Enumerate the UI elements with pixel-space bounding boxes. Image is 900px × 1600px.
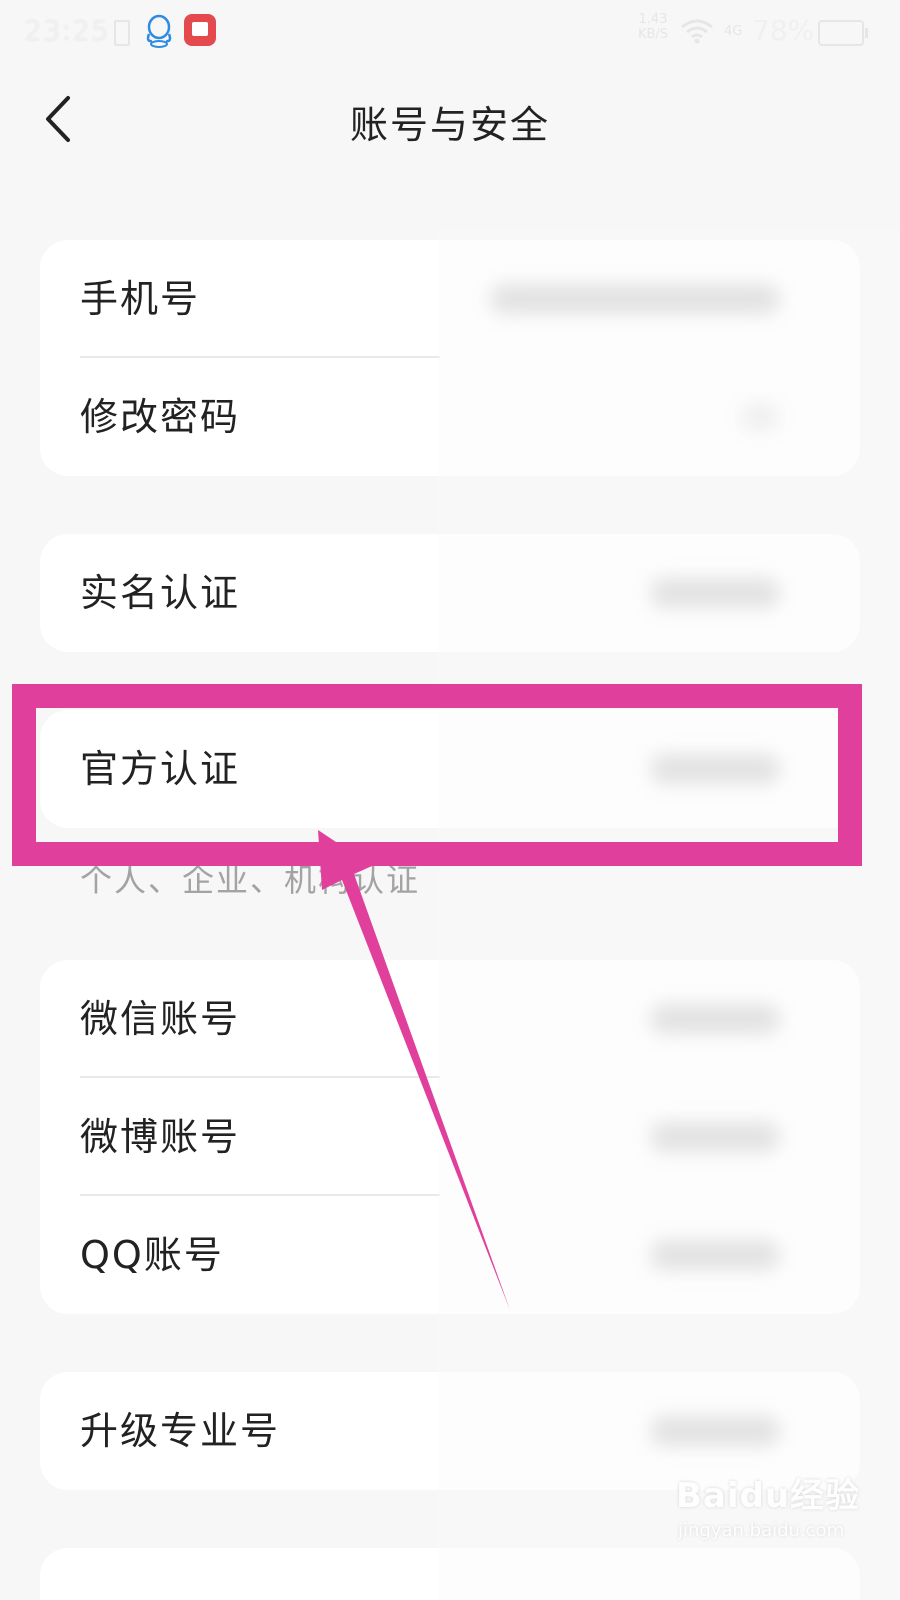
realname-row[interactable]: 实名认证 bbox=[40, 534, 860, 652]
upgrade-value-blurred bbox=[650, 1416, 780, 1446]
official-note: 个人、企业、机构认证 bbox=[80, 861, 421, 899]
wifi-icon bbox=[680, 18, 714, 44]
watermark: Baidu经验 jingyan.baidu.com bbox=[676, 1468, 876, 1578]
weibo-label: 微博账号 bbox=[80, 1115, 241, 1159]
phone-row[interactable]: 手机号 bbox=[40, 240, 860, 358]
weibo-row[interactable]: 微博账号 bbox=[40, 1078, 860, 1196]
speed-unit: KB/S bbox=[637, 27, 669, 42]
header: 账号与安全 bbox=[0, 64, 900, 174]
account-card: 手机号 修改密码 bbox=[40, 240, 860, 476]
qq-label: QQ账号 bbox=[80, 1233, 224, 1277]
status-time: 23:25 bbox=[24, 14, 110, 47]
bindings-card: 微信账号 微博账号 QQ账号 bbox=[40, 960, 860, 1314]
page-title: 账号与安全 bbox=[349, 103, 550, 147]
qq-row[interactable]: QQ账号 bbox=[40, 1196, 860, 1314]
weibo-value-blurred bbox=[650, 1122, 780, 1152]
battery-icon bbox=[818, 20, 868, 46]
realname-card: 实名认证 bbox=[40, 534, 860, 652]
battery-percent: 78% bbox=[752, 14, 815, 47]
realname-value-blurred bbox=[650, 578, 780, 608]
app-icon bbox=[184, 14, 216, 46]
wechat-row[interactable]: 微信账号 bbox=[40, 960, 860, 1078]
vibrate-icon bbox=[114, 20, 130, 46]
chevron-right-icon bbox=[740, 402, 780, 432]
signal-icon: 4G bbox=[724, 24, 743, 39]
speed-value: 1.43 bbox=[638, 12, 668, 27]
watermark-logo: Baidu经验 bbox=[676, 1476, 861, 1516]
qq-value-blurred bbox=[650, 1240, 780, 1270]
official-card: 官方认证 bbox=[40, 710, 860, 828]
upgrade-pro-label: 升级专业号 bbox=[80, 1409, 281, 1453]
wechat-label: 微信账号 bbox=[80, 997, 241, 1041]
realname-label: 实名认证 bbox=[80, 571, 241, 615]
wechat-value-blurred bbox=[650, 1004, 780, 1034]
account-security-screen: 23:25 1.43 KB/S 4G 78% 账号与安全 手机号 修改密码 实名… bbox=[0, 0, 900, 1600]
phone-label: 手机号 bbox=[80, 277, 201, 321]
official-verification-row[interactable]: 官方认证 bbox=[40, 710, 860, 828]
qq-icon bbox=[144, 14, 174, 48]
status-bar: 23:25 1.43 KB/S 4G 78% bbox=[0, 0, 900, 64]
phone-value-blurred bbox=[490, 284, 780, 314]
watermark-url: jingyan.baidu.com bbox=[678, 1520, 845, 1541]
official-verification-label: 官方认证 bbox=[80, 747, 241, 791]
official-value-blurred bbox=[650, 754, 780, 784]
change-password-row[interactable]: 修改密码 bbox=[40, 358, 860, 476]
change-password-label: 修改密码 bbox=[80, 395, 241, 439]
network-speed: 1.43 KB/S bbox=[636, 12, 670, 42]
